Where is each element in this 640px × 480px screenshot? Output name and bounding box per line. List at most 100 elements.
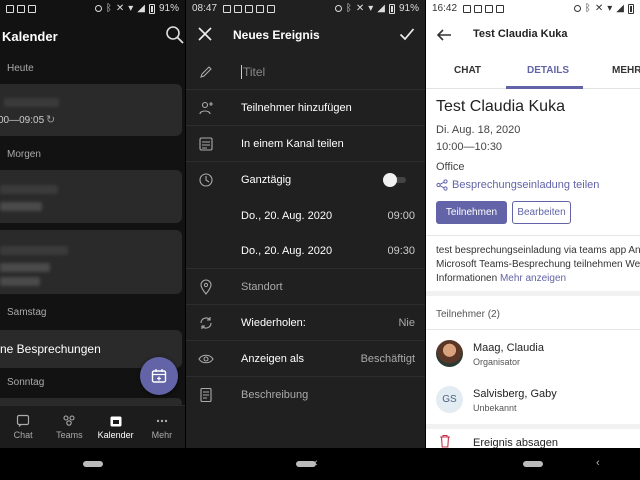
recurring-icon: ↻ [46, 114, 56, 126]
tab-label: Chat [13, 430, 33, 440]
end-time[interactable]: 09:30 [387, 245, 415, 257]
tab-label: Mehr [151, 430, 173, 440]
close-icon[interactable] [198, 27, 212, 41]
edit-button[interactable]: Bearbeiten [512, 201, 571, 224]
no-meetings-text: ne Besprechungen [0, 342, 101, 356]
event-card[interactable] [0, 230, 182, 294]
back-arrow-icon[interactable] [436, 27, 452, 43]
event-card[interactable] [0, 170, 182, 223]
status-time: 08:47 [192, 3, 218, 14]
page-title: Test Claudia Kuka [473, 28, 568, 40]
event-time: 00—09:05 [0, 115, 45, 126]
avatar[interactable]: GS [436, 386, 463, 413]
avatar[interactable] [436, 340, 463, 367]
search-icon[interactable] [165, 25, 185, 45]
tab-details[interactable]: DETAILS [527, 65, 569, 76]
start-row[interactable]: Do., 20. Aug. 2020 09:00 [186, 198, 425, 234]
blurred-location [0, 277, 40, 286]
description-icon [200, 387, 212, 403]
calendar-icon [110, 416, 122, 427]
blurred-time [0, 263, 50, 272]
notification-icons [223, 4, 276, 13]
home-button[interactable] [523, 461, 543, 467]
wifi-icon: ▾ [607, 3, 613, 14]
alarm-icon [573, 5, 581, 12]
title-row[interactable]: Titel [186, 54, 425, 90]
participant-role: Unbekannt [473, 403, 517, 413]
status-right: ᛒ ✕ ▾ ◢ 91% [94, 3, 179, 14]
save-check-icon[interactable] [399, 26, 415, 42]
signal-icon: ◢ [137, 3, 145, 14]
location-row[interactable]: Standort [186, 269, 425, 305]
section-divider [426, 424, 640, 429]
tab-chat[interactable]: CHAT [454, 65, 481, 76]
new-event-button[interactable] [140, 357, 178, 395]
battery-icon [388, 3, 395, 14]
back-nav-icon[interactable]: ‹ [314, 457, 318, 469]
start-time[interactable]: 09:00 [387, 210, 415, 222]
end-date[interactable]: Do., 20. Aug. 2020 [241, 245, 332, 257]
repeat-row[interactable]: Wiederholen: Nie [186, 305, 425, 341]
teams-icon [63, 415, 75, 426]
tab-chat[interactable]: Chat [0, 406, 46, 448]
add-participants-row[interactable]: Teilnehmer hinzufügen [186, 90, 425, 126]
app-header: Test Claudia Kuka [426, 17, 640, 53]
event-details-screen: 16:42 ᛒ ✕ ▾ ◢ Test Claudia Kuka CHAT DET… [426, 0, 640, 480]
all-day-toggle[interactable] [383, 173, 407, 187]
add-person-icon [199, 101, 213, 114]
share-channel-label: In einem Kanal teilen [241, 137, 344, 150]
show-as-value[interactable]: Beschäftigt [361, 353, 415, 365]
more-icon [156, 419, 168, 423]
participant-name[interactable]: Salvisberg, Gaby [473, 388, 557, 400]
all-day-row[interactable]: Ganztägig [186, 162, 425, 198]
calendar-screen: ᛒ ✕ ▾ ◢ 91% Kalender Heute 00—09:05 ↻ Mo… [0, 0, 185, 480]
share-channel-row[interactable]: In einem Kanal teilen [186, 126, 425, 162]
tab-calendar[interactable]: Kalender [93, 406, 139, 448]
page-title: Neues Ereignis [233, 28, 320, 42]
share-icon [436, 179, 448, 191]
repeat-value[interactable]: Nie [398, 317, 415, 329]
share-invite-label: Besprechungseinladung teilen [452, 179, 600, 191]
description-row[interactable]: Beschreibung [186, 377, 425, 413]
location-input[interactable]: Standort [241, 281, 283, 293]
tab-bar: CHAT DETAILS MEHR [426, 53, 640, 89]
share-invite-link[interactable]: Besprechungseinladung teilen [436, 179, 599, 191]
channel-icon [199, 136, 213, 151]
alarm-icon [334, 5, 342, 12]
alarm-icon [94, 5, 102, 12]
event-card[interactable]: 00—09:05 ↻ [0, 84, 182, 136]
home-button[interactable] [295, 461, 316, 467]
repeat-icon [200, 316, 212, 329]
blurred-time [0, 202, 42, 211]
home-button[interactable] [82, 461, 103, 467]
description-input[interactable]: Beschreibung [241, 389, 308, 401]
event-location: Office [436, 161, 465, 173]
system-nav-bar: ‹ [426, 448, 640, 480]
tab-more[interactable]: MEHR [612, 65, 640, 76]
blurred-title [4, 98, 59, 107]
back-nav-icon[interactable]: ‹ [596, 457, 600, 469]
pencil-icon [200, 65, 212, 78]
app-header: Neues Ereignis [186, 17, 425, 53]
section-sunday: Sonntag [7, 377, 45, 388]
blurred-title [0, 246, 68, 255]
bluetooth-icon: ᛒ [105, 3, 112, 14]
section-tomorrow: Morgen [7, 149, 41, 160]
battery-percent: 91% [398, 3, 419, 14]
tab-teams[interactable]: Teams [46, 406, 92, 448]
divider [426, 329, 640, 330]
app-header: Kalender [0, 17, 185, 55]
event-time: 10:00—10:30 [436, 141, 503, 153]
status-bar: 16:42 ᛒ ✕ ▾ ◢ [426, 0, 640, 17]
clock-icon [199, 173, 213, 187]
show-as-row[interactable]: Anzeigen als Beschäftigt [186, 341, 425, 377]
show-more-link[interactable]: Mehr anzeigen [500, 273, 566, 284]
tab-more[interactable]: Mehr [139, 406, 185, 448]
title-input[interactable]: Titel [241, 64, 265, 79]
join-button[interactable]: Teilnehmen [436, 201, 507, 224]
end-row[interactable]: Do., 20. Aug. 2020 09:30 [186, 233, 425, 269]
participant-name[interactable]: Maag, Claudia [473, 342, 544, 354]
start-date[interactable]: Do., 20. Aug. 2020 [241, 210, 332, 222]
status-bar: 08:47 ᛒ ✕ ▾ ◢ 91% [186, 0, 425, 17]
mute-icon: ✕ [115, 3, 125, 14]
